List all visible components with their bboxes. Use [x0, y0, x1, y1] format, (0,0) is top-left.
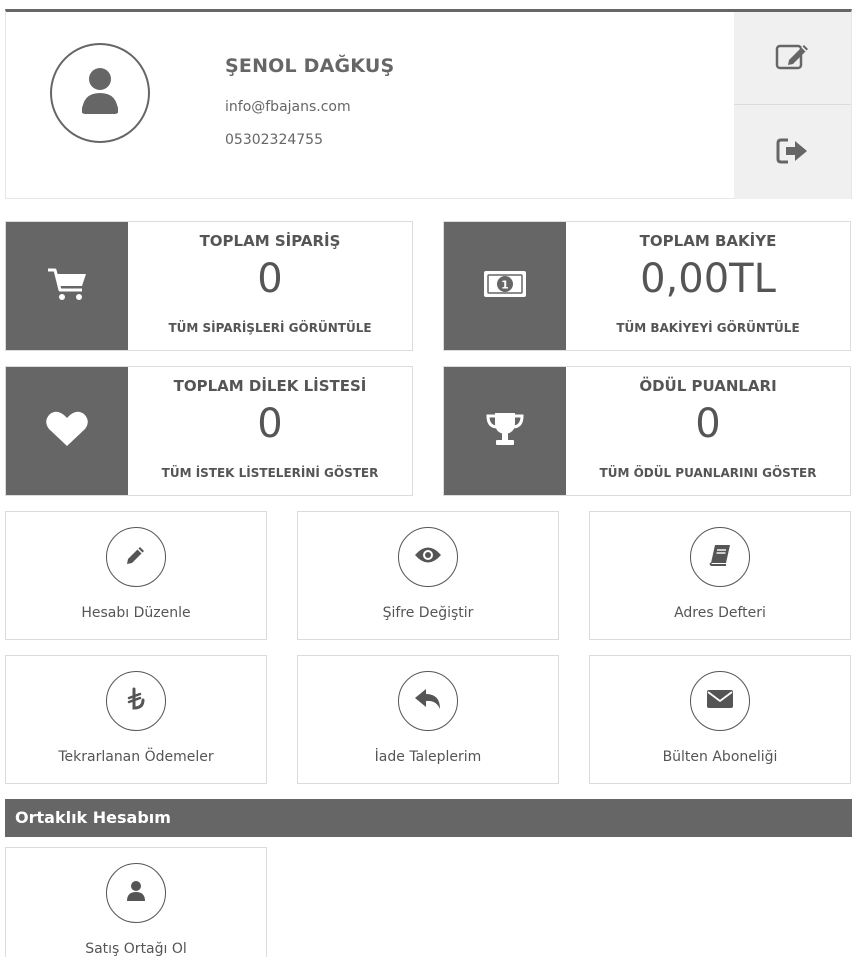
stat-title: TOPLAM DİLEK LİSTESİ: [173, 377, 367, 395]
affiliate-section-title: Ortaklık Hesabım: [5, 799, 852, 837]
eye-icon: [414, 546, 442, 568]
view-all-wishlists-link[interactable]: TÜM İSTEK LİSTELERİNİ GÖSTER: [128, 466, 412, 480]
recurring-payments-button[interactable]: Tekrarlanan Ödemeler: [5, 655, 267, 784]
avatar: [50, 43, 150, 143]
stat-icon-box: 1: [444, 222, 566, 350]
user-icon: [126, 880, 146, 906]
change-password-button[interactable]: Şifre Değiştir: [297, 511, 559, 640]
stat-value: 0: [257, 401, 283, 447]
sign-out-icon: [776, 137, 810, 169]
tile-label: Adres Defteri: [674, 605, 766, 621]
svg-text:1: 1: [501, 279, 509, 292]
stat-card-wishlist: TOPLAM DİLEK LİSTESİ 0 TÜM İSTEK LİSTELE…: [5, 366, 413, 496]
lira-icon: [126, 687, 146, 715]
edit-profile-button[interactable]: [734, 12, 851, 105]
trophy-icon: [485, 411, 525, 451]
address-book-button[interactable]: Adres Defteri: [589, 511, 851, 640]
stat-icon-box: [444, 367, 566, 495]
stat-icon-box: [6, 222, 128, 350]
view-all-orders-link[interactable]: TÜM SİPARİŞLERİ GÖRÜNTÜLE: [128, 321, 412, 335]
stat-title: TOPLAM SİPARİŞ: [199, 232, 341, 250]
tile-label: Şifre Değiştir: [382, 605, 474, 621]
edit-icon: [775, 41, 811, 75]
become-affiliate-button[interactable]: Satış Ortağı Ol: [5, 847, 267, 957]
shopping-cart-icon: [46, 266, 88, 306]
stat-card-balance: 1 TOPLAM BAKİYE 0,00TL TÜM BAKİYEYİ GÖRÜ…: [443, 221, 851, 351]
stat-icon-box: [6, 367, 128, 495]
stat-title: TOPLAM BAKİYE: [639, 232, 777, 250]
tile-label: İade Taleplerim: [374, 749, 482, 765]
tile-label: Tekrarlanan Ödemeler: [58, 749, 214, 765]
stat-card-orders: TOPLAM SİPARİŞ 0 TÜM SİPARİŞLERİ GÖRÜNTÜ…: [5, 221, 413, 351]
user-phone: 05302324755: [225, 132, 323, 148]
tile-label: Hesabı Düzenle: [81, 605, 191, 621]
stat-value: 0,00TL: [640, 256, 776, 302]
envelope-icon: [706, 689, 734, 713]
book-icon: [708, 543, 732, 571]
profile-side-actions: [734, 12, 851, 199]
view-all-rewards-link[interactable]: TÜM ÖDÜL PUANLARINI GÖSTER: [566, 466, 850, 480]
tile-label: Satış Ortağı Ol: [85, 941, 187, 957]
tile-label: Bülten Aboneliği: [662, 749, 778, 765]
stat-title: ÖDÜL PUANLARI: [639, 377, 777, 395]
newsletter-subscription-button[interactable]: Bülten Aboneliği: [589, 655, 851, 784]
user-name: ŞENOL DAĞKUŞ: [225, 55, 395, 77]
pencil-icon: [125, 544, 147, 570]
stat-value: 0: [257, 256, 283, 302]
user-icon: [80, 67, 120, 119]
stat-value: 0: [695, 401, 721, 447]
stat-card-rewards: ÖDÜL PUANLARI 0 TÜM ÖDÜL PUANLARINI GÖST…: [443, 366, 851, 496]
money-bill-icon: 1: [483, 268, 527, 304]
heart-icon: [45, 410, 89, 452]
reply-icon: [414, 687, 442, 715]
profile-card: ŞENOL DAĞKUŞ info@fbajans.com 0530232475…: [5, 9, 852, 199]
user-email: info@fbajans.com: [225, 99, 351, 115]
edit-account-button[interactable]: Hesabı Düzenle: [5, 511, 267, 640]
return-requests-button[interactable]: İade Taleplerim: [297, 655, 559, 784]
logout-button[interactable]: [734, 106, 851, 199]
view-all-balance-link[interactable]: TÜM BAKİYEYİ GÖRÜNTÜLE: [566, 321, 850, 335]
